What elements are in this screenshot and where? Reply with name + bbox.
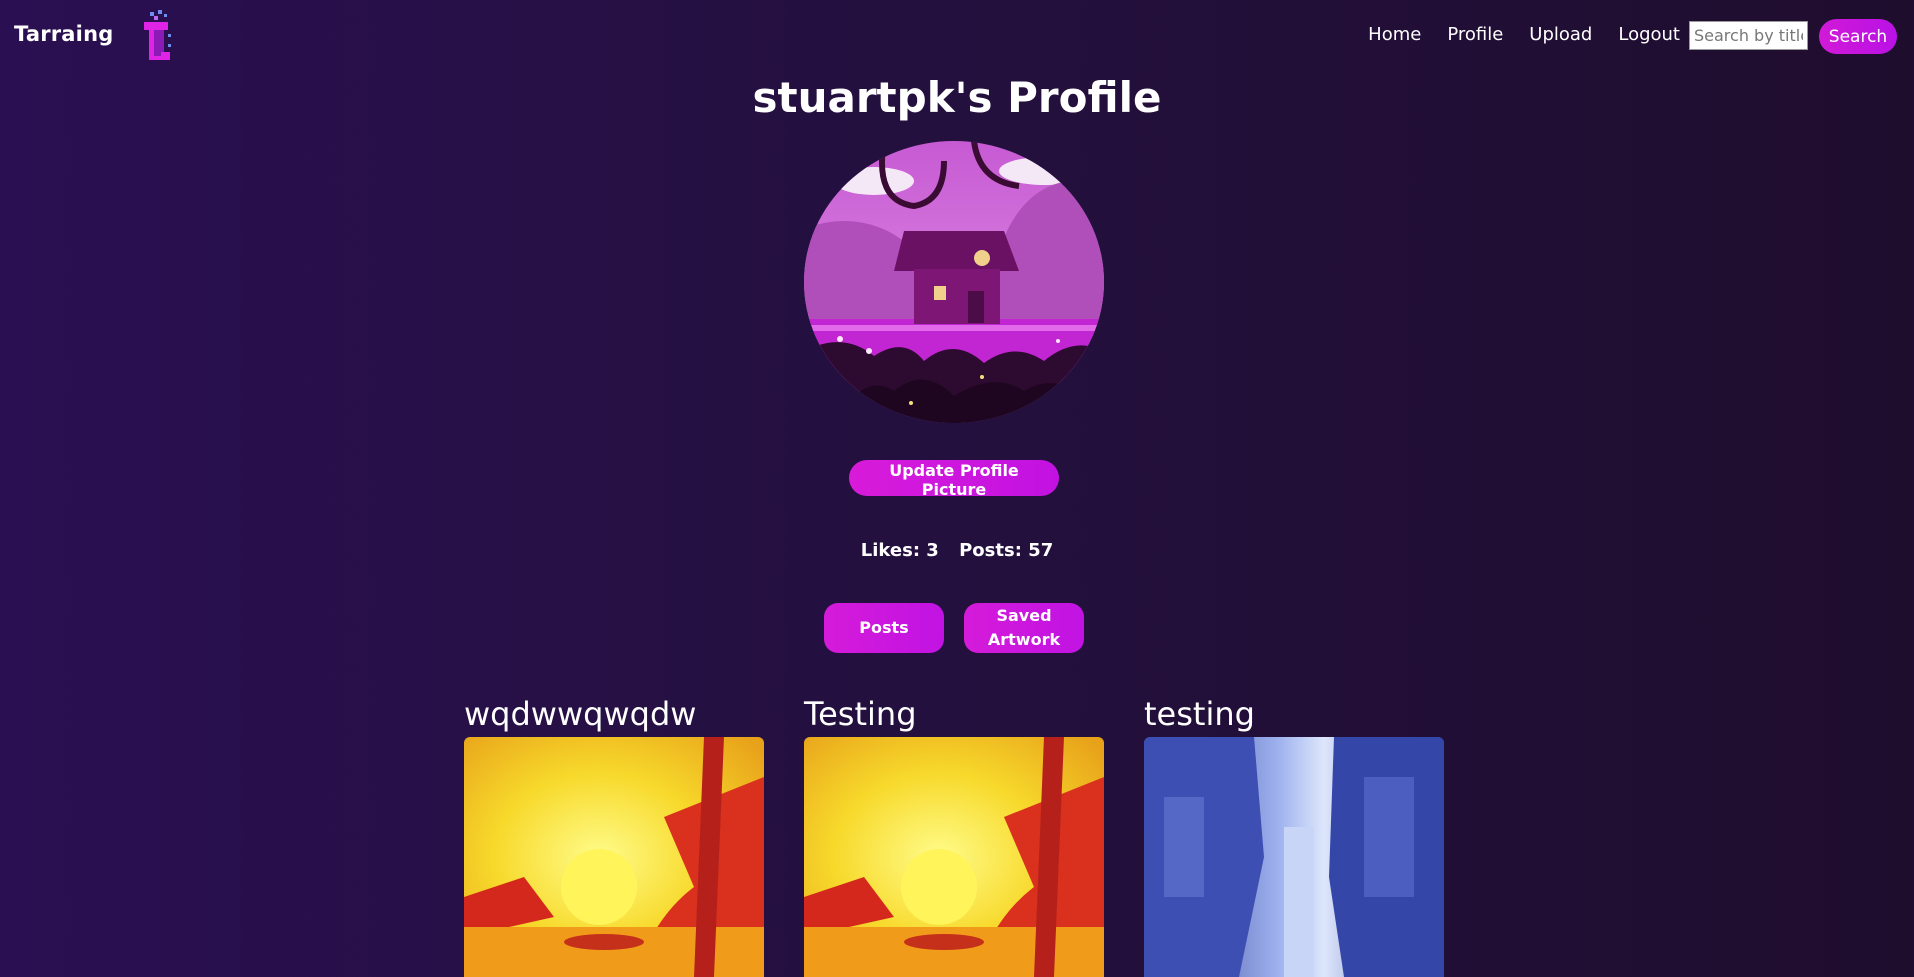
likes-count: Likes: 3 bbox=[860, 540, 939, 561]
post-card[interactable]: Testing bbox=[804, 693, 1106, 977]
navbar: Tarraing Home Profile Upload Logout Sear… bbox=[0, 0, 1914, 74]
post-image[interactable] bbox=[804, 737, 1104, 977]
page-title: stuartpk's Profile bbox=[752, 73, 1162, 122]
profile-stats: Likes: 3 Posts: 57 bbox=[0, 540, 1914, 561]
search-button[interactable]: Search bbox=[1819, 19, 1897, 54]
post-title[interactable]: wqdwwqwqdw bbox=[464, 693, 766, 735]
tarraing-logo-icon[interactable] bbox=[138, 8, 174, 66]
post-card[interactable]: testing bbox=[1144, 693, 1446, 977]
nav-profile-link[interactable]: Profile bbox=[1447, 24, 1503, 45]
posts-count: Posts: 57 bbox=[959, 540, 1054, 561]
post-title[interactable]: testing bbox=[1144, 693, 1446, 735]
tab-posts[interactable]: Posts bbox=[824, 603, 944, 653]
update-profile-picture-button[interactable]: Update Profile Picture bbox=[849, 460, 1059, 499]
brand-name[interactable]: Tarraing bbox=[14, 22, 113, 46]
post-card[interactable]: wqdwwqwqdw bbox=[464, 693, 766, 977]
nav-upload-link[interactable]: Upload bbox=[1529, 24, 1592, 45]
nav-links: Home Profile Upload Logout bbox=[1368, 24, 1680, 45]
tab-saved-artwork[interactable]: Saved Artwork bbox=[964, 603, 1084, 653]
nav-logout-link[interactable]: Logout bbox=[1618, 24, 1680, 45]
profile-avatar bbox=[804, 141, 1104, 423]
search-input[interactable] bbox=[1689, 21, 1808, 50]
post-image[interactable] bbox=[1144, 737, 1444, 977]
post-image[interactable] bbox=[464, 737, 764, 977]
post-title[interactable]: Testing bbox=[804, 693, 1106, 735]
nav-home-link[interactable]: Home bbox=[1368, 24, 1421, 45]
